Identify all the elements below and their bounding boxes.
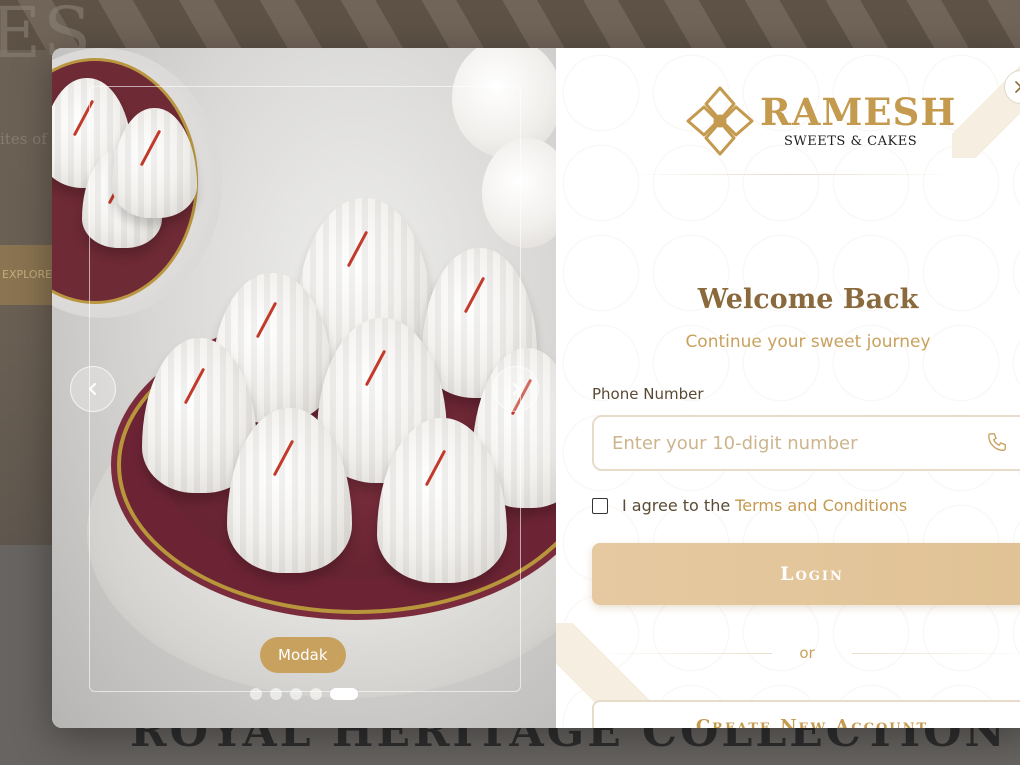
background-tagline: ites of (0, 130, 47, 148)
create-account-button[interactable]: Create New Account (592, 700, 1020, 728)
terms-row: I agree to the Terms and Conditions (592, 496, 907, 515)
carousel-dot[interactable] (290, 688, 302, 700)
corner-decoration (952, 48, 1020, 158)
carousel-dot[interactable] (310, 688, 322, 700)
carousel-next-button[interactable] (493, 366, 539, 412)
carousel-dot[interactable] (250, 688, 262, 700)
slide-caption-badge: Modak (260, 637, 346, 673)
brand-logo: RAMESH SWEETS & CAKES (684, 84, 955, 158)
background-hero-pattern (0, 0, 1020, 50)
logo-emblem-icon (686, 86, 754, 156)
background-cta-button: EXPLORE (0, 245, 54, 305)
or-divider: or (592, 644, 1020, 664)
terms-link[interactable]: Terms and Conditions (735, 496, 907, 515)
phone-input[interactable] (592, 415, 1020, 471)
terms-checkbox[interactable] (592, 497, 608, 514)
phone-label: Phone Number (592, 385, 704, 403)
carousel-dot[interactable] (270, 688, 282, 700)
chevron-right-icon (513, 383, 521, 395)
login-panel: RAMESH SWEETS & CAKES Welcome Back Conti… (556, 48, 1020, 728)
carousel-dots (250, 688, 358, 700)
carousel-dot-active[interactable] (330, 688, 358, 700)
phone-icon (988, 433, 1006, 451)
terms-agree-text: I agree to the (622, 496, 731, 515)
login-modal: Modak RAMESH SWEETS & CAKES Welcome Back… (52, 48, 1020, 728)
carousel-prev-button[interactable] (70, 366, 116, 412)
close-icon (1015, 81, 1020, 93)
chevron-left-icon (88, 383, 96, 395)
welcome-heading: Welcome Back (697, 284, 919, 315)
slide-frame (89, 86, 521, 692)
or-text: or (799, 644, 815, 662)
brand-subtitle: SWEETS & CAKES (784, 134, 918, 149)
welcome-tagline: Continue your sweet journey (685, 332, 931, 352)
product-carousel: Modak (52, 48, 556, 728)
brand-name: RAMESH (760, 90, 957, 134)
divider (626, 174, 956, 175)
login-button[interactable]: Login (592, 543, 1020, 605)
